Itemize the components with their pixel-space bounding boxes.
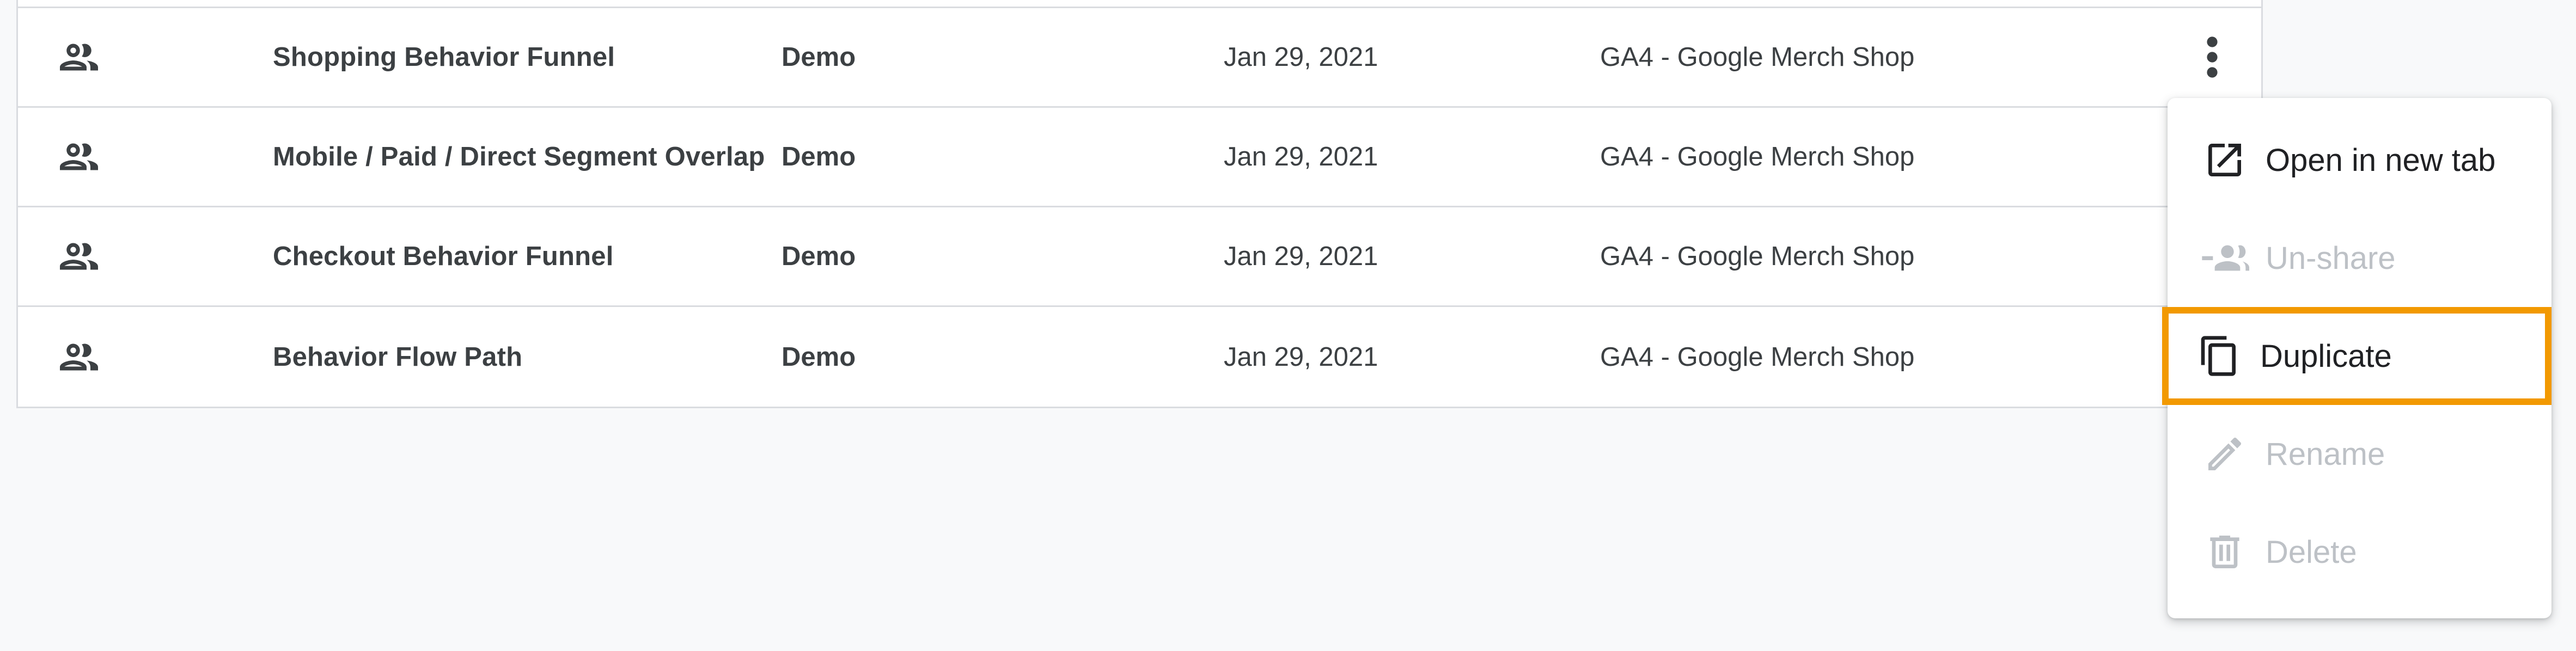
row-context-menu: Open in new tab Un-share Duplicate Renam… [2162,98,2551,618]
more-vert-icon[interactable] [2196,33,2229,82]
exploration-name[interactable]: Mobile / Paid / Direct Segment Overlap [273,108,765,206]
menu-item-label: Rename [2266,436,2385,472]
edit-icon [2200,429,2249,478]
explorations-table: Shopping Behavior Funnel Demo Jan 29, 20… [16,0,2263,408]
people-icon [56,8,111,106]
exploration-property: GA4 - Google Merch Shop [1600,342,1915,372]
menu-item-label: Delete [2266,534,2357,570]
exploration-property: GA4 - Google Merch Shop [1600,242,1915,271]
menu-item-unshare: Un-share [2168,209,2551,307]
menu-item-rename: Rename [2168,405,2551,503]
menu-item-delete: Delete [2168,503,2551,601]
duplicate-icon [2195,331,2244,380]
people-icon [56,207,111,305]
exploration-type: Demo [782,342,856,372]
exploration-date: Jan 29, 2021 [1224,142,1378,171]
people-icon [56,307,111,407]
delete-icon [2200,527,2249,576]
exploration-type: Demo [782,142,856,171]
table-row[interactable]: Behavior Flow Path Demo Jan 29, 2021 GA4… [18,307,2261,407]
menu-item-label: Open in new tab [2266,142,2496,178]
exploration-name[interactable]: Behavior Flow Path [273,307,522,407]
people-icon [56,108,111,206]
open-in-new-icon [2200,136,2249,185]
exploration-property: GA4 - Google Merch Shop [1600,142,1915,171]
table-row[interactable]: Checkout Behavior Funnel Demo Jan 29, 20… [18,207,2261,307]
exploration-date: Jan 29, 2021 [1224,242,1378,271]
row-menu-cell [2193,8,2231,106]
exploration-property: GA4 - Google Merch Shop [1600,42,1915,72]
table-row[interactable]: Mobile / Paid / Direct Segment Overlap D… [18,108,2261,207]
menu-item-open-in-new-tab[interactable]: Open in new tab [2168,111,2551,209]
exploration-date: Jan 29, 2021 [1224,42,1378,72]
menu-item-duplicate[interactable]: Duplicate [2162,307,2551,405]
table-row[interactable]: Shopping Behavior Funnel Demo Jan 29, 20… [18,8,2261,108]
exploration-name[interactable]: Shopping Behavior Funnel [273,8,615,106]
exploration-name[interactable]: Checkout Behavior Funnel [273,207,614,305]
exploration-type: Demo [782,42,856,72]
exploration-type: Demo [782,242,856,271]
exploration-date: Jan 29, 2021 [1224,342,1378,372]
menu-item-label: Duplicate [2260,338,2392,374]
unshare-icon [2200,234,2249,282]
menu-item-label: Un-share [2266,240,2396,276]
